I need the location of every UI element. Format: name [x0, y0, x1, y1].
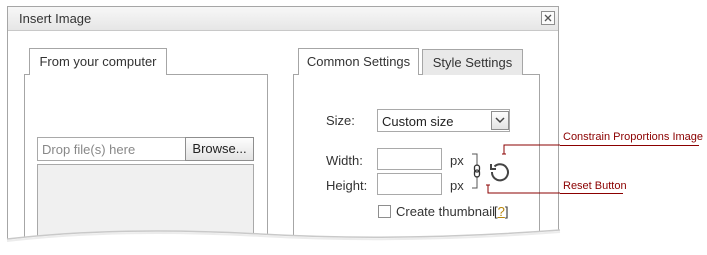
- tab-common-settings-label: Common Settings: [306, 54, 411, 69]
- height-input[interactable]: [377, 173, 442, 195]
- tab-style-settings[interactable]: Style Settings: [422, 49, 523, 75]
- height-label: Height:: [326, 178, 368, 193]
- reset-icon: [490, 163, 509, 182]
- tab-from-your-computer-label: From your computer: [39, 54, 157, 69]
- annotation-connector-reset: [486, 184, 560, 194]
- close-button[interactable]: [541, 11, 555, 25]
- width-input[interactable]: [377, 148, 442, 170]
- size-select-value: Custom size: [382, 114, 454, 129]
- size-select[interactable]: Custom size: [377, 109, 510, 132]
- size-dropdown-button[interactable]: [491, 111, 509, 130]
- chevron-down-icon: [495, 117, 505, 124]
- annotation-line-constrain: [560, 145, 699, 146]
- chain-link-icon: [473, 164, 481, 178]
- size-label: Size:: [326, 113, 355, 128]
- annotation-reset-button: Reset Button: [563, 180, 627, 192]
- drop-zone-input[interactable]: Drop file(s) here: [37, 137, 186, 161]
- annotation-connector-constrain: [502, 144, 560, 155]
- annotation-line-reset: [560, 193, 623, 194]
- tab-common-settings[interactable]: Common Settings: [298, 48, 419, 75]
- torn-edge-decoration: [0, 229, 707, 255]
- annotation-constrain-proportions: Constrain Proportions Image: [563, 131, 704, 143]
- close-icon: [544, 14, 552, 22]
- width-label: Width:: [326, 153, 363, 168]
- drop-zone-placeholder: Drop file(s) here: [42, 142, 136, 157]
- width-unit: px: [450, 153, 464, 168]
- reset-button[interactable]: [488, 160, 512, 184]
- tab-style-settings-label: Style Settings: [432, 55, 513, 70]
- dialog-titlebar: Insert Image: [8, 7, 558, 31]
- constrain-proportions-button[interactable]: [469, 152, 485, 190]
- height-unit: px: [450, 178, 464, 193]
- browse-button[interactable]: Browse...: [185, 137, 254, 161]
- dialog-title: Insert Image: [19, 11, 92, 26]
- tab-from-your-computer[interactable]: From your computer: [29, 48, 167, 75]
